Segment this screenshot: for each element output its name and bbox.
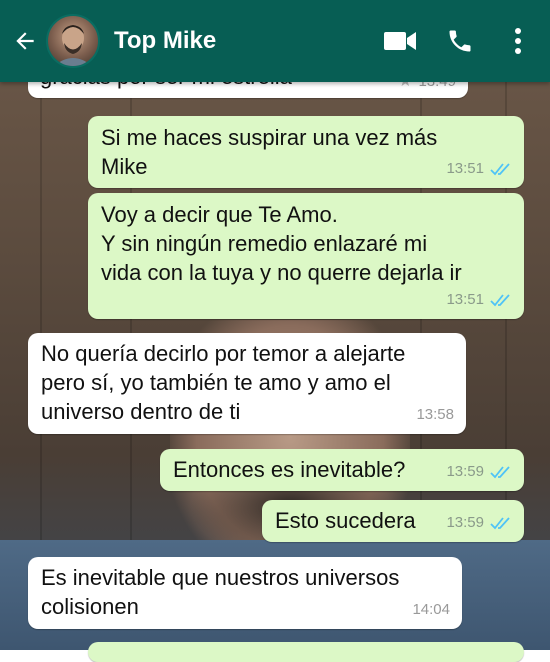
message-text: Entonces es inevitable?: [173, 457, 406, 482]
message-bubble-outgoing[interactable]: Entonces es inevitable? 13:59: [160, 449, 524, 491]
double-check-icon: [490, 162, 510, 175]
message-time: 13:59: [446, 514, 484, 531]
message-meta: 13:59: [446, 508, 512, 537]
message-bubble-incoming[interactable]: Es inevitable que nuestros universos col…: [28, 557, 462, 629]
message-time: 14:04: [412, 601, 450, 618]
message-bubble-outgoing-partial: [88, 642, 524, 662]
message-bubble-incoming[interactable]: No quería decirlo por temor a alejarte p…: [28, 333, 466, 434]
message-text: Si me haces suspirar una vez más Mike: [101, 125, 438, 179]
message-time: 13:51: [446, 291, 484, 308]
message-meta: 13:59: [446, 457, 512, 486]
message-meta: 13:51: [446, 154, 512, 183]
message-meta: 13:58: [416, 400, 454, 429]
message-text: No quería decirlo por temor a alejarte p…: [41, 341, 406, 424]
more-vert-icon[interactable]: [498, 21, 538, 61]
double-check-icon: [490, 516, 510, 529]
message-bubble-outgoing[interactable]: Esto sucedera 13:59: [262, 500, 524, 542]
arrow-left-icon[interactable]: [12, 27, 40, 55]
message-text: Es inevitable que nuestros universos col…: [41, 565, 400, 619]
chat-header: Top Mike: [0, 0, 550, 82]
contact-avatar[interactable]: [46, 14, 100, 68]
video-camera-icon[interactable]: [380, 21, 420, 61]
message-text: Voy a decir que Te Amo. Y sin ningún rem…: [101, 202, 462, 285]
phone-icon[interactable]: [440, 21, 480, 61]
double-check-icon: [490, 465, 510, 478]
message-meta: 13:51: [446, 285, 512, 314]
message-time: 13:58: [416, 406, 454, 423]
double-check-icon: [490, 293, 510, 306]
message-text: Esto sucedera: [275, 508, 416, 533]
message-time: 13:59: [446, 463, 484, 480]
message-bubble-outgoing[interactable]: Voy a decir que Te Amo. Y sin ningún rem…: [88, 193, 524, 319]
message-bubble-outgoing[interactable]: Si me haces suspirar una vez más Mike 13…: [88, 116, 524, 188]
message-time: 13:51: [446, 160, 484, 177]
message-meta: 14:04: [412, 595, 450, 624]
contact-name[interactable]: Top Mike: [114, 27, 380, 55]
